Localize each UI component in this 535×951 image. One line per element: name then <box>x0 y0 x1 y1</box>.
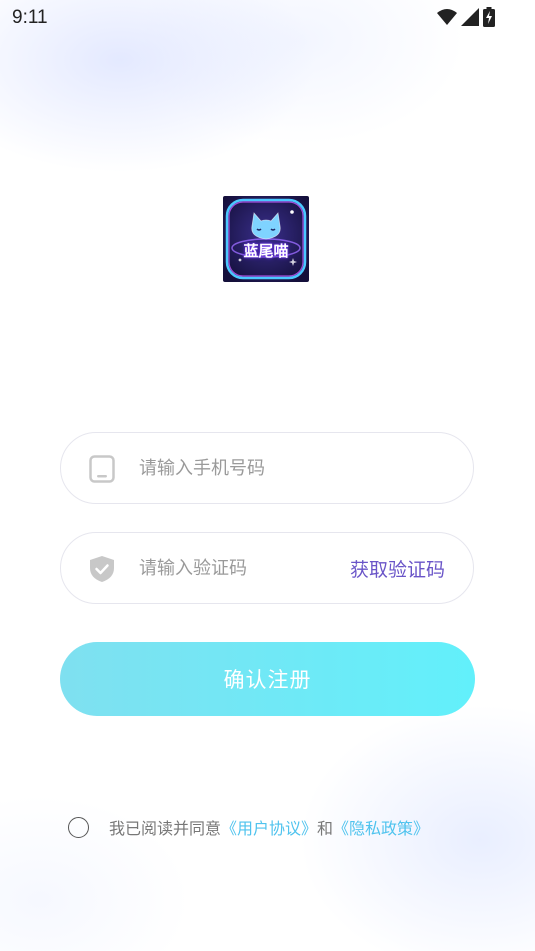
phone-icon <box>89 455 115 483</box>
agreement-conjunction: 和 <box>317 819 334 838</box>
shield-check-icon <box>90 556 114 582</box>
wifi-icon <box>437 9 457 25</box>
verification-code-input[interactable] <box>139 533 329 603</box>
verification-code-field[interactable]: 获取验证码 <box>60 532 474 604</box>
confirm-register-button[interactable]: 确认注册 <box>60 642 475 716</box>
logo-text: 蓝尾喵 <box>243 242 289 260</box>
status-icons <box>437 7 495 27</box>
app-logo: 蓝尾喵 <box>223 196 309 282</box>
user-agreement-link[interactable]: 《用户协议》 <box>221 815 317 839</box>
agreement-prefix: 我已阅读并同意 <box>109 819 222 838</box>
phone-input[interactable] <box>139 433 439 503</box>
status-time: 9:11 <box>12 7 48 28</box>
battery-charging-icon <box>483 7 495 27</box>
cellular-signal-icon <box>461 8 479 26</box>
status-bar: 9:11 <box>0 0 535 38</box>
cat-app-logo-icon <box>223 196 309 282</box>
agreement-row: 我已阅读并同意 《用户协议》 和 《隐私政策》 <box>68 814 429 840</box>
agreement-checkbox[interactable] <box>68 816 89 838</box>
phone-field[interactable] <box>60 432 474 504</box>
get-code-button[interactable]: 获取验证码 <box>350 555 445 582</box>
privacy-policy-link[interactable]: 《隐私政策》 <box>333 815 429 839</box>
